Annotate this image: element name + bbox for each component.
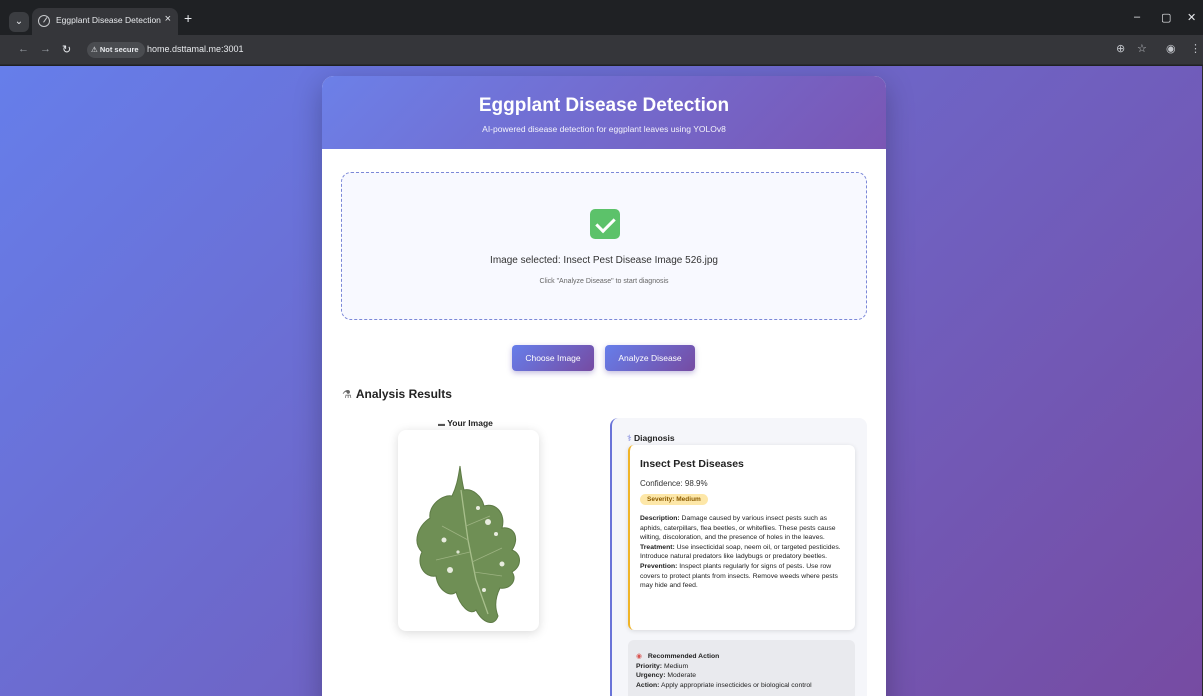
- security-label: Not secure: [99, 45, 139, 54]
- action-value: Apply appropriate insecticides or biolog…: [660, 681, 812, 689]
- diagnosis-details: Description: Damage caused by various in…: [640, 514, 845, 591]
- priority-value: Medium: [663, 662, 689, 670]
- eggplant-leaf-image: [416, 465, 520, 624]
- page-subtitle: AI-powered disease detection for eggplan…: [482, 124, 726, 134]
- camera-icon: ▬: [438, 421, 445, 428]
- new-tab-button[interactable]: +: [184, 10, 192, 26]
- microscope-icon: ⚗: [342, 389, 352, 401]
- menu-kebab-icon[interactable]: ⋮: [1190, 42, 1201, 55]
- urgency-row: Urgency: Moderate: [636, 671, 847, 681]
- treatment-label: Treatment:: [640, 543, 675, 551]
- recommended-action-card: ◉ Recommended Action Priority: Medium Ur…: [628, 640, 855, 696]
- confidence-value: Confidence: 98.9%: [640, 479, 708, 488]
- action-row: Action: Apply appropriate insecticides o…: [636, 681, 847, 691]
- tab-title: Eggplant Disease Detection: [56, 15, 161, 25]
- reload-icon[interactable]: ↻: [62, 43, 71, 56]
- app-card: Eggplant Disease Detection AI-powered di…: [322, 76, 886, 696]
- tab-search-button[interactable]: ⌄: [9, 12, 29, 32]
- stethoscope-icon: ⚕: [627, 433, 632, 443]
- browser-titlebar: ⌄ Eggplant Disease Detection × + – ▢ ✕: [0, 0, 1203, 35]
- page-viewport: Eggplant Disease Detection AI-powered di…: [0, 66, 1203, 696]
- prevention-label: Prevention:: [640, 562, 678, 570]
- security-chip[interactable]: ⚠ Not secure: [87, 42, 145, 58]
- action-title: Recommended Action: [647, 653, 720, 660]
- results-title: Analysis Results: [355, 387, 452, 401]
- minimize-button[interactable]: –: [1134, 11, 1140, 23]
- diagnosis-card: Insect Pest Diseases Confidence: 98.9% S…: [628, 445, 855, 630]
- zoom-icon[interactable]: ⊕: [1116, 42, 1125, 55]
- selected-file-text: Image selected: Insect Pest Disease Imag…: [490, 255, 718, 266]
- tab-close-button[interactable]: ×: [165, 13, 171, 25]
- action-label: Action:: [636, 681, 660, 689]
- app-header: Eggplant Disease Detection AI-powered di…: [322, 76, 886, 149]
- url-text[interactable]: home.dsttamal.me:3001: [147, 44, 244, 54]
- forward-icon[interactable]: →: [40, 43, 51, 55]
- warning-icon: ⚠: [91, 45, 98, 54]
- diagnosis-panel: ⚕ Diagnosis Insect Pest Diseases Confide…: [610, 418, 867, 696]
- diagnosis-heading: ⚕ Diagnosis: [627, 433, 675, 444]
- upload-hint: Click "Analyze Disease" to start diagnos…: [539, 278, 669, 285]
- check-icon: [590, 209, 620, 239]
- browser-toolbar: ← → ↻ ⚠ Not secure home.dsttamal.me:3001: [0, 35, 1203, 65]
- urgency-value: Moderate: [667, 672, 697, 680]
- severity-badge: Severity: Medium: [640, 494, 708, 505]
- disease-name: Insect Pest Diseases: [640, 458, 744, 470]
- close-window-button[interactable]: ✕: [1187, 11, 1196, 24]
- urgency-label: Urgency:: [636, 672, 666, 680]
- priority-label: Priority:: [636, 662, 663, 670]
- uploaded-image-frame: [398, 430, 539, 631]
- upload-dropzone[interactable]: Image selected: Insect Pest Disease Imag…: [341, 172, 867, 320]
- bookmark-star-icon[interactable]: ☆: [1137, 42, 1147, 55]
- results-heading: ⚗ Analysis Results: [342, 387, 452, 401]
- page-title: Eggplant Disease Detection: [478, 95, 730, 116]
- description-label: Description:: [640, 515, 680, 522]
- choose-image-button[interactable]: Choose Image: [512, 345, 594, 371]
- browser-tab[interactable]: Eggplant Disease Detection ×: [32, 8, 178, 35]
- action-target-icon: ◉: [636, 653, 642, 660]
- profile-icon[interactable]: ◉: [1166, 42, 1176, 55]
- your-image-label: ▬ Your Image: [438, 418, 493, 428]
- diagnosis-label: Diagnosis: [633, 433, 675, 443]
- restore-button[interactable]: ▢: [1161, 11, 1171, 24]
- your-image-text: Your Image: [447, 418, 493, 428]
- priority-row: Priority: Medium: [636, 662, 847, 672]
- address-bar[interactable]: ⚠ Not secure home.dsttamal.me:3001: [83, 39, 1175, 61]
- tab-favicon-icon: [38, 15, 50, 27]
- back-icon[interactable]: ←: [18, 43, 29, 55]
- analyze-disease-button[interactable]: Analyze Disease: [605, 345, 695, 371]
